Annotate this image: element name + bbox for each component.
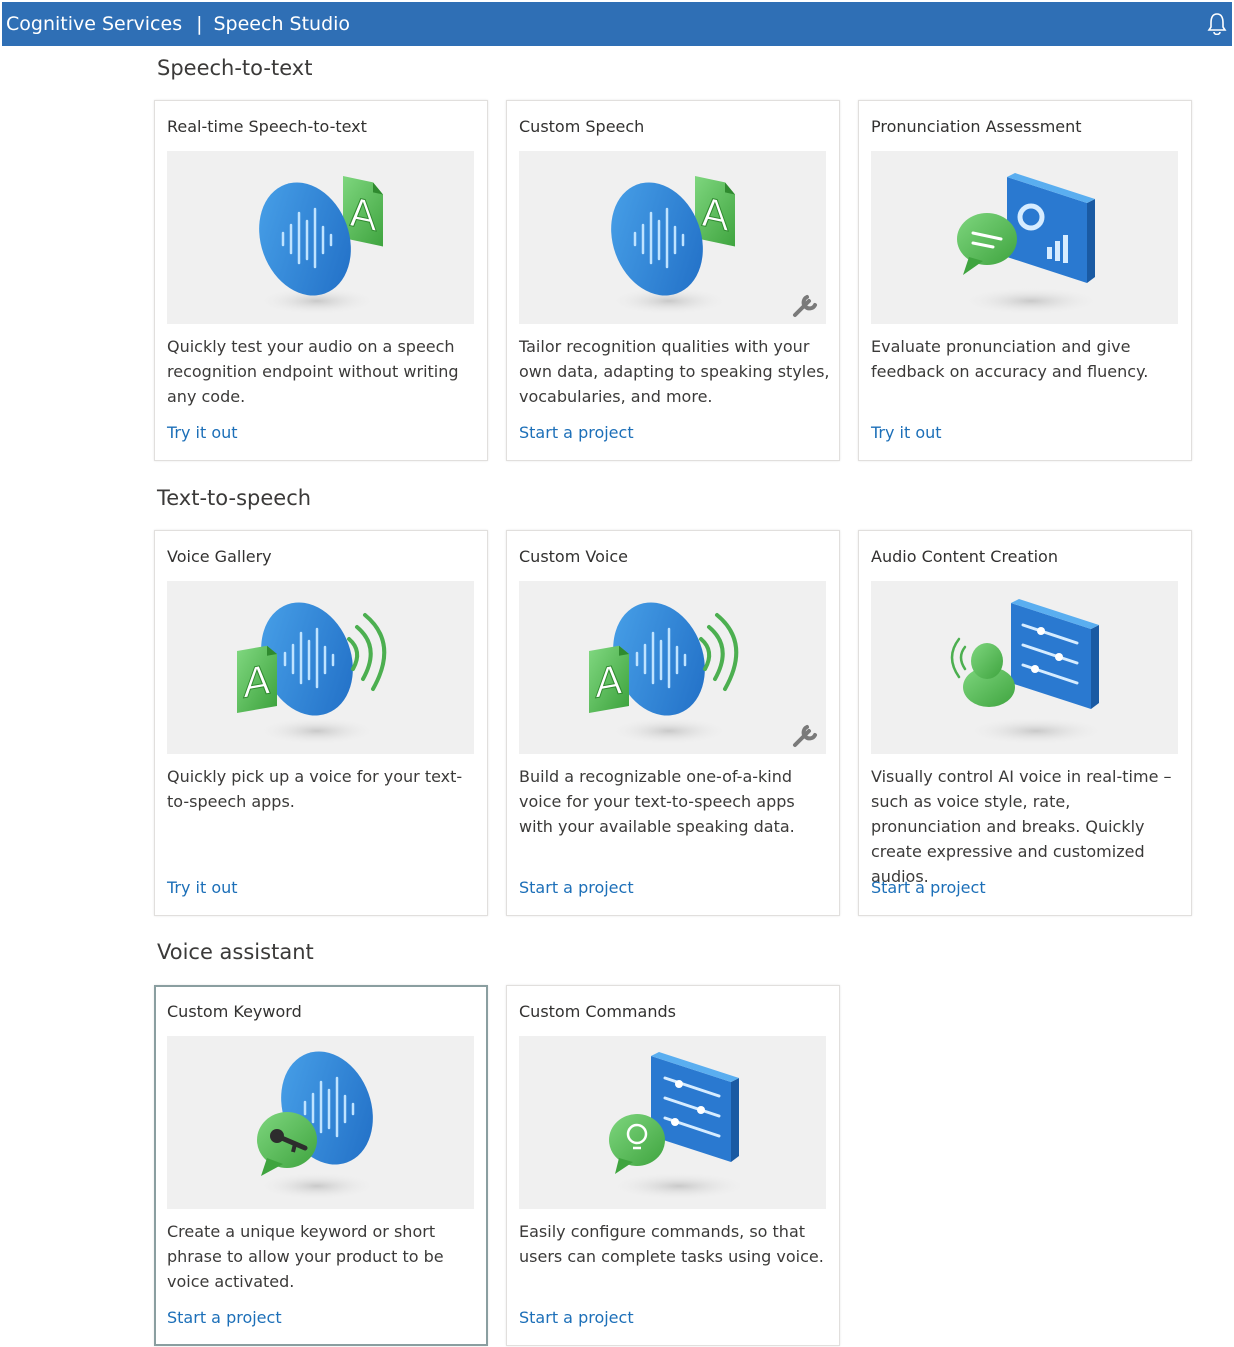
card-custom-speech[interactable]: Custom Speech Tailor recognition qualiti… — [506, 100, 840, 461]
product-title[interactable]: Speech Studio — [214, 13, 351, 35]
card-custom-voice[interactable]: Custom Voice Build a recognizable one-of… — [506, 530, 840, 916]
card-description: Tailor recognition qualities with your o… — [519, 337, 830, 406]
card-title: Custom Commands — [519, 1002, 676, 1021]
card-description: Create a unique keyword or short phrase … — [167, 1222, 444, 1291]
card-description: Visually control AI voice in real-time –… — [871, 767, 1172, 886]
section-title-text-to-speech: Text-to-speech — [157, 486, 312, 510]
wrench-icon — [793, 725, 817, 747]
card-real-time-speech-to-text[interactable]: Real-time Speech-to-text Quickly test yo… — [154, 100, 488, 461]
start-a-project-link[interactable]: Start a project — [519, 423, 634, 442]
custom-voice-illustration — [519, 581, 826, 754]
audio-content-creation-illustration — [871, 581, 1178, 754]
card-description: Build a recognizable one-of-a-kind voice… — [519, 767, 795, 836]
speech-to-text-illustration — [167, 151, 474, 324]
card-title: Real-time Speech-to-text — [167, 117, 367, 136]
card-custom-keyword[interactable]: Custom Keyword Create a unique keyword o… — [154, 985, 488, 1346]
wrench-icon — [793, 295, 817, 317]
custom-commands-illustration — [519, 1036, 826, 1209]
custom-keyword-illustration — [167, 1036, 474, 1209]
card-description: Evaluate pronunciation and give feedback… — [871, 337, 1149, 381]
start-a-project-link[interactable]: Start a project — [871, 878, 986, 897]
card-audio-content-creation[interactable]: Audio Content Creation Visually control … — [858, 530, 1192, 916]
card-title: Audio Content Creation — [871, 547, 1058, 566]
card-description: Quickly pick up a voice for your text-to… — [167, 767, 463, 811]
card-title: Pronunciation Assessment — [871, 117, 1082, 136]
brand-link[interactable]: Cognitive Services — [2, 13, 182, 35]
card-custom-commands[interactable]: Custom Commands Easily configure command… — [506, 985, 840, 1346]
start-a-project-link[interactable]: Start a project — [167, 1308, 282, 1327]
start-a-project-link[interactable]: Start a project — [519, 878, 634, 897]
section-title-speech-to-text: Speech-to-text — [157, 56, 313, 80]
card-voice-gallery[interactable]: Voice Gallery Quickly pick up a voice fo… — [154, 530, 488, 916]
voice-gallery-illustration — [167, 581, 474, 754]
start-a-project-link[interactable]: Start a project — [519, 1308, 634, 1327]
custom-speech-illustration — [519, 151, 826, 324]
card-title: Custom Keyword — [167, 1002, 302, 1021]
card-title: Custom Voice — [519, 547, 628, 566]
bell-icon[interactable] — [1206, 11, 1228, 36]
card-title: Custom Speech — [519, 117, 645, 136]
section-title-voice-assistant: Voice assistant — [157, 940, 314, 964]
card-pronunciation-assessment[interactable]: Pronunciation Assessment Evaluate pronun… — [858, 100, 1192, 461]
try-it-out-link[interactable]: Try it out — [167, 423, 238, 442]
card-description: Quickly test your audio on a speech reco… — [167, 337, 459, 406]
card-title: Voice Gallery — [167, 547, 272, 566]
card-description: Easily configure commands, so that users… — [519, 1222, 824, 1266]
pronunciation-assessment-illustration — [871, 151, 1178, 324]
try-it-out-link[interactable]: Try it out — [167, 878, 238, 897]
app-header: Cognitive Services | Speech Studio — [2, 2, 1232, 46]
header-separator: | — [196, 13, 203, 35]
try-it-out-link[interactable]: Try it out — [871, 423, 942, 442]
